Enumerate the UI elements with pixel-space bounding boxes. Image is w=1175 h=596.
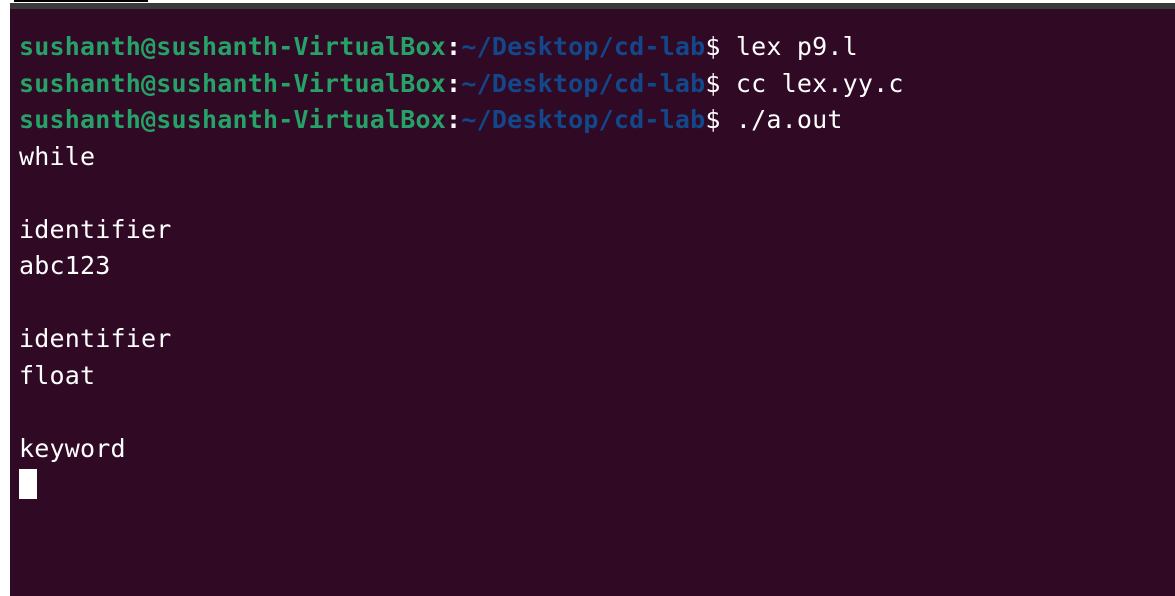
prompt-path: ~/Desktop/cd-lab bbox=[461, 68, 706, 98]
prompt-separator: : bbox=[446, 68, 462, 98]
prompt-separator: : bbox=[446, 32, 462, 61]
prompt-user-host: sushanth@sushanth-VirtualBox bbox=[19, 105, 447, 134]
output-line: abc123 bbox=[19, 251, 111, 280]
prompt-user-host: sushanth@sushanth-VirtualBox bbox=[19, 68, 447, 98]
terminal-line-command-2: sushanth@sushanth-VirtualBox:~/Desktop/c… bbox=[10, 66, 1175, 103]
prompt-symbol: $ bbox=[705, 105, 736, 134]
prompt-user-host: sushanth@sushanth-VirtualBox bbox=[19, 32, 447, 61]
output-line: float bbox=[19, 360, 96, 390]
output-line: keyword bbox=[19, 433, 126, 463]
prompt-separator: : bbox=[446, 105, 462, 134]
output-line: identifier bbox=[19, 214, 172, 244]
command-text: lex p9.l bbox=[735, 32, 858, 61]
output-line: identifier bbox=[19, 324, 172, 353]
prompt-path: ~/Desktop/cd-lab bbox=[461, 105, 706, 134]
top-underline-mark bbox=[14, 0, 148, 2]
terminal-line-command-1: sushanth@sushanth-VirtualBox:~/Desktop/c… bbox=[10, 29, 1175, 66]
terminal-top-strip bbox=[10, 3, 1175, 9]
cursor-block-icon bbox=[19, 469, 37, 499]
output-line: while bbox=[19, 141, 96, 171]
prompt-symbol: $ bbox=[705, 32, 736, 61]
prompt-path: ~/Desktop/cd-lab bbox=[461, 32, 706, 61]
terminal-input-line[interactable] bbox=[10, 467, 1175, 504]
command-text: ./a.out bbox=[735, 105, 843, 134]
terminal-window[interactable]: sushanth@sushanth-VirtualBox:~/Desktop/c… bbox=[10, 3, 1175, 596]
prompt-symbol: $ bbox=[705, 68, 736, 98]
command-text: cc lex.yy.c bbox=[735, 68, 904, 98]
terminal-line-command-3: sushanth@sushanth-VirtualBox:~/Desktop/c… bbox=[10, 102, 1175, 139]
